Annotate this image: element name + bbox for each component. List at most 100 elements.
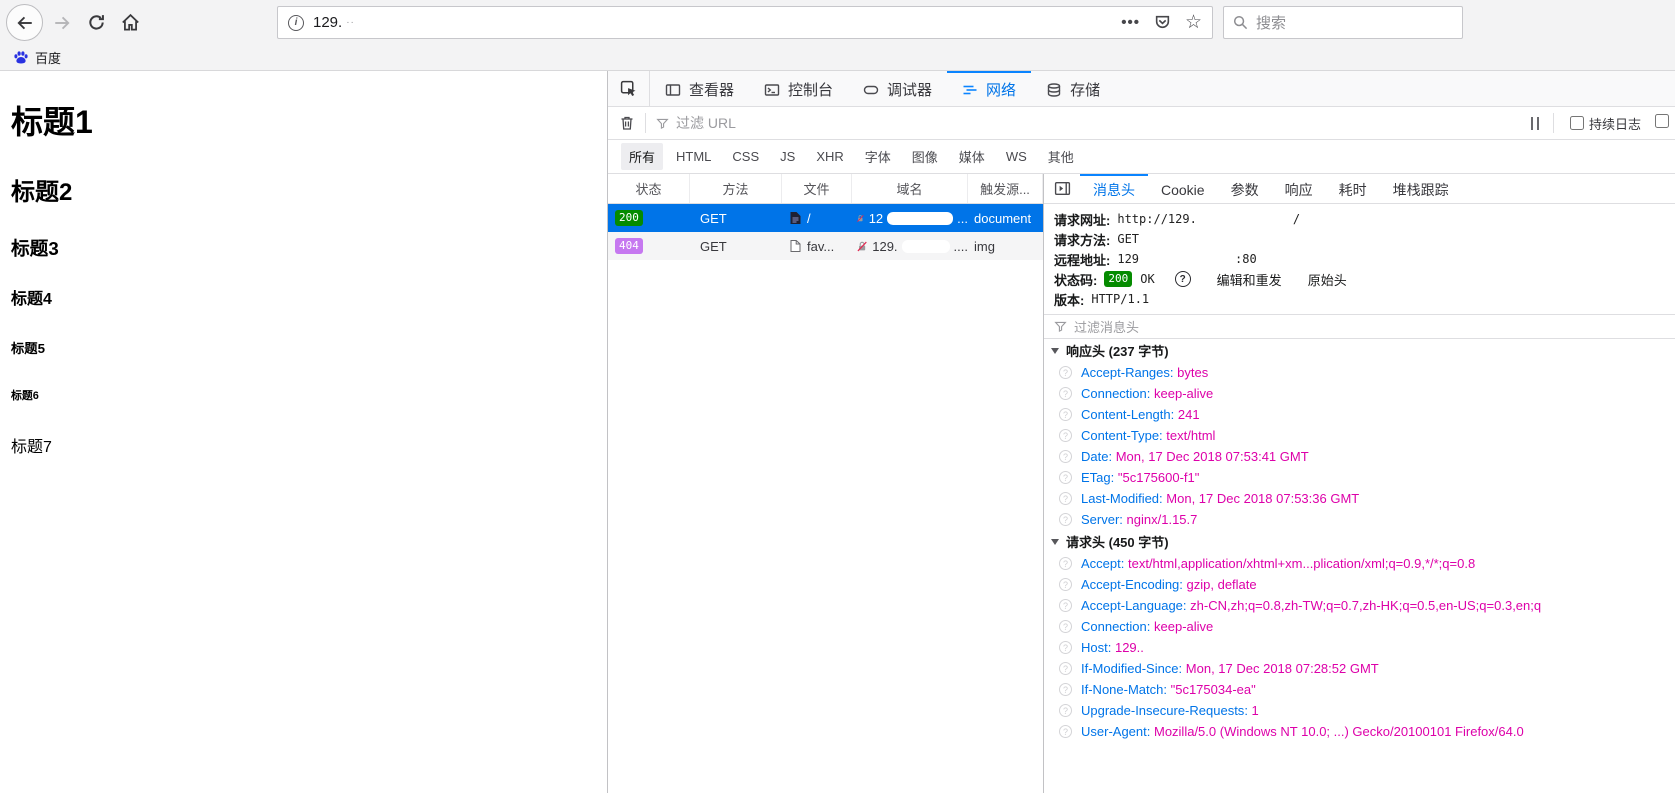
tab-storage[interactable]: 存储 bbox=[1031, 71, 1115, 106]
disable-cache-box[interactable] bbox=[1655, 113, 1669, 128]
filter-url-placeholder: 过滤 URL bbox=[676, 115, 736, 131]
bookmark-star-button[interactable]: ☆ bbox=[1185, 13, 1202, 32]
filter-url-input[interactable]: 过滤 URL bbox=[656, 113, 736, 133]
request-headers-section[interactable]: 请求头 (450 字节) bbox=[1044, 530, 1675, 553]
home-button[interactable] bbox=[115, 8, 145, 38]
funnel-icon bbox=[656, 118, 669, 129]
baidu-paw-icon bbox=[14, 50, 28, 63]
close-split-view-button[interactable] bbox=[1044, 174, 1080, 203]
request-row[interactable]: 200 GET / 12 ... document bbox=[608, 204, 1043, 232]
pause-button[interactable] bbox=[1527, 116, 1543, 130]
tab-console[interactable]: 控制台 bbox=[749, 71, 848, 106]
header-name: Connection bbox=[1081, 386, 1154, 401]
header-help-icon[interactable]: ? bbox=[1059, 725, 1072, 738]
details-tab-timings[interactable]: 耗时 bbox=[1326, 174, 1380, 203]
type-filter-button[interactable]: 图像 bbox=[904, 143, 946, 170]
header-help-icon[interactable]: ? bbox=[1059, 366, 1072, 379]
header-help-icon[interactable]: ? bbox=[1059, 683, 1072, 696]
clear-requests-button[interactable] bbox=[619, 115, 635, 131]
type-filter-button[interactable]: 所有 bbox=[621, 143, 664, 170]
header-help-icon[interactable]: ? bbox=[1059, 599, 1072, 612]
type-filter-button[interactable]: 字体 bbox=[857, 143, 899, 170]
header-row: ? Upgrade-Insecure-Requests 1 bbox=[1044, 700, 1675, 721]
header-help-icon[interactable]: ? bbox=[1059, 662, 1072, 675]
bookmark-baidu[interactable]: 百度 bbox=[13, 48, 61, 67]
web-page: 标题1 标题2 标题3 标题4 标题5 标题6 标题7 bbox=[0, 71, 607, 793]
column-cause[interactable]: 触发源... bbox=[968, 174, 1043, 203]
header-help-icon[interactable]: ? bbox=[1059, 471, 1072, 484]
summary-version: 版本: HTTP/1.1 bbox=[1054, 289, 1675, 309]
type-filter-button[interactable]: JS bbox=[772, 145, 803, 168]
inspector-icon bbox=[665, 83, 681, 96]
details-tab-response[interactable]: 响应 bbox=[1272, 174, 1326, 203]
censored-blob bbox=[901, 239, 950, 253]
home-icon bbox=[121, 13, 139, 31]
filter-headers-input[interactable]: 过滤消息头 bbox=[1044, 314, 1675, 339]
disable-cache-checkbox[interactable] bbox=[1655, 113, 1669, 133]
type-filter-button[interactable]: 媒体 bbox=[951, 143, 993, 170]
header-row: ? If-Modified-Since Mon, 17 Dec 2018 07:… bbox=[1044, 658, 1675, 679]
raw-headers-button[interactable]: 原始头 bbox=[1308, 270, 1347, 289]
persist-log-checkbox[interactable]: 持续日志 bbox=[1569, 114, 1641, 133]
status-cell: 404 bbox=[608, 238, 690, 254]
page-heading-4: 标题4 bbox=[11, 290, 52, 308]
details-tab-headers[interactable]: 消息头 bbox=[1080, 174, 1148, 203]
type-filter-button[interactable]: HTML bbox=[668, 145, 719, 168]
header-help-icon[interactable]: ? bbox=[1059, 620, 1072, 633]
tab-inspector[interactable]: 查看器 bbox=[650, 71, 749, 106]
forward-button[interactable] bbox=[47, 8, 77, 38]
type-filter-button[interactable]: CSS bbox=[724, 145, 767, 168]
header-value: Mon, 17 Dec 2018 07:28:52 GMT bbox=[1185, 661, 1379, 676]
toolbar-separator bbox=[1552, 113, 1554, 133]
header-value: 241 bbox=[1177, 407, 1200, 422]
header-name: User-Agent bbox=[1081, 724, 1154, 739]
header-help-icon[interactable]: ? bbox=[1059, 513, 1072, 526]
summary-value: http://129. / bbox=[1117, 212, 1300, 226]
type-filter-button[interactable]: XHR bbox=[808, 145, 851, 168]
header-help-icon[interactable]: ? bbox=[1059, 704, 1072, 717]
tab-label: 网络 bbox=[986, 82, 1017, 99]
tab-debugger[interactable]: 调试器 bbox=[848, 71, 947, 106]
header-name: Connection bbox=[1081, 619, 1154, 634]
header-help-icon[interactable]: ? bbox=[1059, 578, 1072, 591]
pocket-button[interactable] bbox=[1154, 14, 1171, 31]
response-headers-section[interactable]: 响应头 (237 字节) bbox=[1044, 339, 1675, 362]
request-row[interactable]: 404 GET fav... 129. .... img bbox=[608, 232, 1043, 260]
reload-button[interactable] bbox=[81, 8, 111, 38]
filter-headers-placeholder: 过滤消息头 bbox=[1074, 320, 1140, 335]
header-help-icon[interactable]: ? bbox=[1059, 557, 1072, 570]
details-tab-stacktrace[interactable]: 堆栈跟踪 bbox=[1380, 174, 1462, 203]
type-filter-button[interactable]: 其他 bbox=[1040, 143, 1082, 170]
header-help-icon[interactable]: ? bbox=[1059, 408, 1072, 421]
header-help-icon[interactable]: ? bbox=[1059, 641, 1072, 654]
type-filter-button[interactable]: WS bbox=[998, 145, 1035, 168]
tab-network[interactable]: 网络 bbox=[947, 71, 1032, 106]
header-name: ETag bbox=[1081, 470, 1118, 485]
details-tab-params[interactable]: 参数 bbox=[1218, 174, 1272, 203]
header-name: If-None-Match bbox=[1081, 682, 1171, 697]
pick-element-button[interactable] bbox=[608, 71, 650, 106]
header-help-icon[interactable]: ? bbox=[1059, 387, 1072, 400]
site-info-icon[interactable]: i bbox=[288, 14, 304, 31]
column-domain[interactable]: 域名 bbox=[852, 174, 968, 203]
persist-log-box[interactable] bbox=[1569, 116, 1584, 130]
edit-resend-button[interactable]: 编辑和重发 bbox=[1217, 270, 1282, 289]
column-method[interactable]: 方法 bbox=[690, 174, 782, 203]
column-status[interactable]: 状态 bbox=[608, 174, 690, 203]
status-help-icon[interactable]: ? bbox=[1174, 271, 1191, 287]
details-tab-cookies[interactable]: Cookie bbox=[1148, 174, 1218, 203]
url-bar[interactable]: i 129. ·· ••• ☆ bbox=[277, 6, 1213, 39]
tab-label: 查看器 bbox=[689, 82, 735, 99]
summary-label: 状态码: bbox=[1054, 272, 1098, 288]
funnel-icon bbox=[1054, 321, 1067, 333]
network-main: 状态 方法 文件 域名 触发源... 200 GET / 12 ... docu… bbox=[608, 174, 1675, 793]
summary-label: 请求网址: bbox=[1054, 212, 1111, 228]
search-bar[interactable]: 搜索 bbox=[1223, 6, 1463, 39]
header-help-icon[interactable]: ? bbox=[1059, 429, 1072, 442]
column-file[interactable]: 文件 bbox=[782, 174, 852, 203]
header-help-icon[interactable]: ? bbox=[1059, 492, 1072, 505]
request-type-filters: 所有 HTML CSS JS XHR 字体 图像 媒体 WS 其他 bbox=[608, 140, 1675, 174]
header-help-icon[interactable]: ? bbox=[1059, 450, 1072, 463]
page-actions-button[interactable]: ••• bbox=[1121, 14, 1140, 31]
back-button[interactable] bbox=[6, 4, 43, 41]
